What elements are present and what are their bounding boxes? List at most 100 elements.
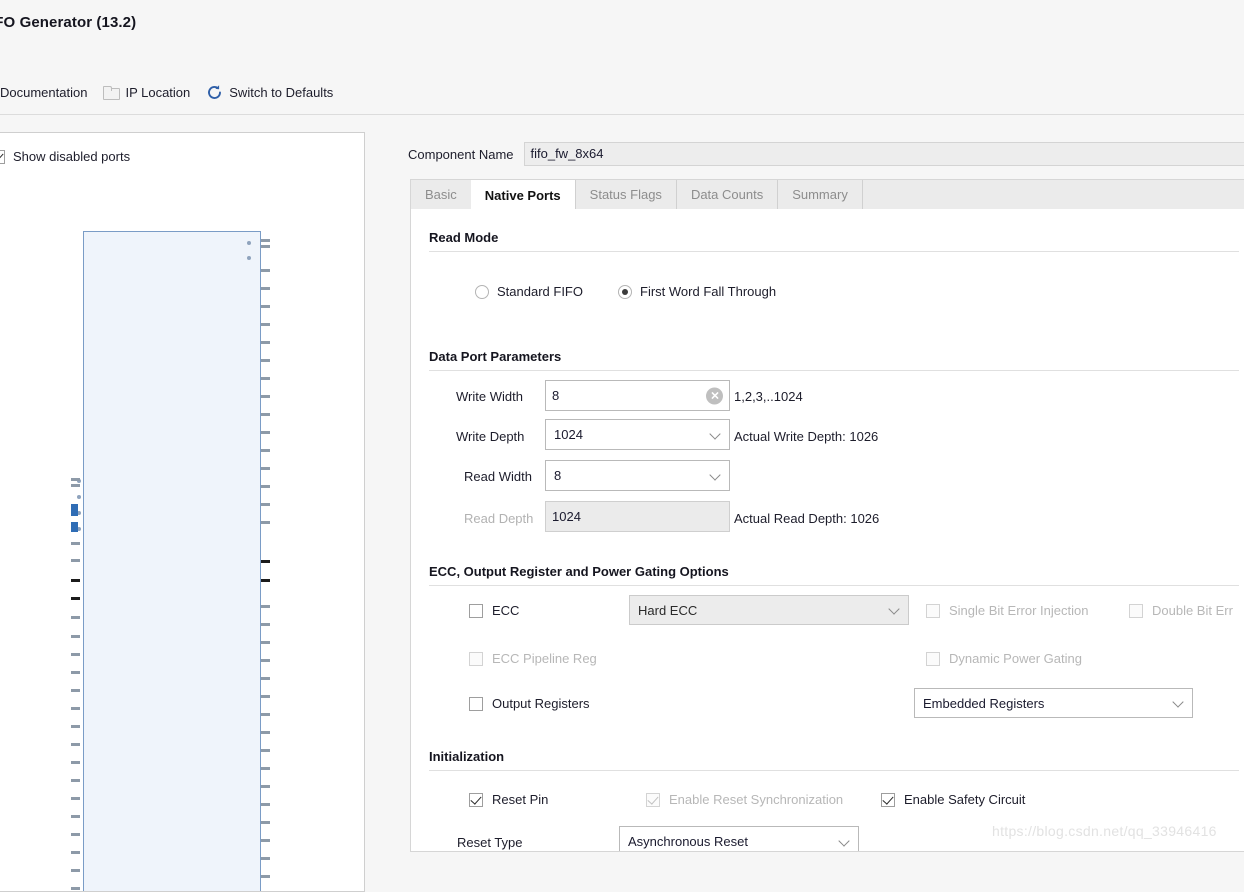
radio-first-word-fall-through[interactable]: First Word Fall Through [618, 284, 776, 299]
port-pin [247, 241, 251, 245]
folder-icon [103, 84, 119, 100]
port-pin [261, 449, 270, 452]
port-pin [71, 797, 80, 800]
tab-basic[interactable]: Basic [411, 180, 471, 209]
tab-native-ports[interactable]: Native Ports [471, 180, 576, 210]
read-mode-divider [429, 251, 1239, 252]
read-width-value: 8 [554, 468, 561, 483]
single-bit-error-injection-box [926, 604, 940, 618]
port-pin [71, 671, 80, 674]
reset-type-label: Reset Type [457, 835, 523, 850]
output-registers-checkbox[interactable]: Output Registers [469, 696, 590, 711]
tab-status-flags[interactable]: Status Flags [576, 180, 677, 209]
port-pin [261, 521, 270, 524]
show-disabled-ports-label: Show disabled ports [13, 149, 130, 164]
port-pin [261, 485, 270, 488]
port-pin [261, 821, 270, 824]
chevron-down-icon [840, 837, 849, 846]
port-pin [261, 875, 270, 878]
port-pin [261, 503, 270, 506]
enable-reset-synchronization-label: Enable Reset Synchronization [669, 792, 843, 807]
port-pin [261, 431, 270, 434]
standard-fifo-radio-circle[interactable] [475, 285, 489, 299]
output-registers-label: Output Registers [492, 696, 590, 711]
single-bit-error-injection-checkbox: Single Bit Error Injection [926, 603, 1088, 618]
reset-pin-checkbox[interactable]: Reset Pin [469, 792, 548, 807]
switch-to-defaults-button[interactable]: Switch to Defaults [206, 84, 333, 101]
port-pin [261, 323, 270, 326]
reset-pin-box[interactable] [469, 793, 483, 807]
actual-write-depth: Actual Write Depth: 1026 [734, 429, 878, 444]
data-port-parameters-section-title: Data Port Parameters [429, 349, 561, 364]
port-pin [247, 256, 251, 260]
enable-safety-circuit-box[interactable] [881, 793, 895, 807]
ip-location-button[interactable]: IP Location [103, 84, 190, 100]
port-pin [71, 851, 80, 854]
show-disabled-ports-checkbox[interactable]: Show disabled ports [0, 149, 130, 164]
port-pin [77, 495, 81, 499]
write-depth-select[interactable]: 1024 [545, 419, 730, 450]
write-depth-label: Write Depth [456, 429, 524, 444]
reset-type-select[interactable]: Asynchronous Reset [619, 826, 859, 852]
initialization-divider [429, 770, 1239, 771]
port-pin [71, 542, 80, 545]
ecc-mode-value: Hard ECC [638, 603, 697, 618]
first-word-fall-through-radio-circle[interactable] [618, 285, 632, 299]
radio-standard-fifo[interactable]: Standard FIFO [475, 284, 583, 299]
tab-summary[interactable]: Summary [778, 180, 863, 209]
ecc-options-section-title: ECC, Output Register and Power Gating Op… [429, 564, 729, 579]
page-title: IFO Generator (13.2) [0, 14, 136, 31]
port-pin [261, 803, 270, 806]
ecc-options-divider [429, 585, 1239, 586]
ecc-mode-select: Hard ECC [629, 595, 909, 625]
component-name-label: Component Name [408, 147, 514, 162]
port-pin [71, 522, 78, 532]
write-width-input[interactable]: 8 [545, 380, 730, 411]
component-name-input[interactable]: fifo_fw_8x64 [524, 142, 1244, 166]
chevron-down-icon [711, 430, 720, 439]
output-registers-box[interactable] [469, 697, 483, 711]
read-depth-value: 1024 [552, 509, 581, 524]
chevron-down-icon [1174, 698, 1183, 707]
double-bit-error-injection-checkbox: Double Bit Err [1129, 603, 1233, 618]
initialization-section-title: Initialization [429, 749, 504, 764]
double-bit-error-injection-label: Double Bit Err [1152, 603, 1233, 618]
port-pin [71, 597, 80, 600]
port-pin [71, 559, 80, 562]
show-disabled-ports-box[interactable] [0, 150, 5, 164]
port-pin [71, 779, 80, 782]
port-pin [71, 725, 80, 728]
configuration-panel: Component Name fifo_fw_8x64 Basic Native… [400, 132, 1244, 852]
documentation-label: Documentation [0, 85, 87, 100]
port-pin [71, 743, 80, 746]
enable-safety-circuit-checkbox[interactable]: Enable Safety Circuit [881, 792, 1025, 807]
ecc-checkbox[interactable]: ECC [469, 603, 519, 618]
documentation-button[interactable]: Documentation [0, 84, 87, 100]
read-width-select[interactable]: 8 [545, 460, 730, 491]
native-ports-pane: Read Mode Standard FIFO First Word Fall … [410, 209, 1244, 852]
port-pin [261, 377, 270, 380]
refresh-icon [206, 84, 223, 101]
port-pin [261, 839, 270, 842]
clear-icon[interactable] [706, 387, 723, 404]
port-pin [261, 560, 270, 563]
port-pin [261, 341, 270, 344]
toolbar: Documentation IP Location Switch to Defa… [0, 80, 333, 104]
enable-safety-circuit-label: Enable Safety Circuit [904, 792, 1025, 807]
first-word-fall-through-label: First Word Fall Through [640, 284, 776, 299]
port-pin [261, 395, 270, 398]
enable-reset-synchronization-checkbox: Enable Reset Synchronization [646, 792, 843, 807]
tab-data-counts[interactable]: Data Counts [677, 180, 778, 209]
port-pin [261, 641, 270, 644]
ecc-checkbox-box[interactable] [469, 604, 483, 618]
single-bit-error-injection-label: Single Bit Error Injection [949, 603, 1088, 618]
enable-reset-synchronization-box [646, 793, 660, 807]
output-register-type-select[interactable]: Embedded Registers [914, 688, 1193, 718]
port-pin [261, 413, 270, 416]
port-pin [261, 245, 270, 248]
write-depth-value: 1024 [554, 427, 583, 442]
actual-read-depth: Actual Read Depth: 1026 [734, 511, 879, 526]
port-pin [261, 695, 270, 698]
port-pin [261, 749, 270, 752]
read-depth-label: Read Depth [464, 511, 533, 526]
